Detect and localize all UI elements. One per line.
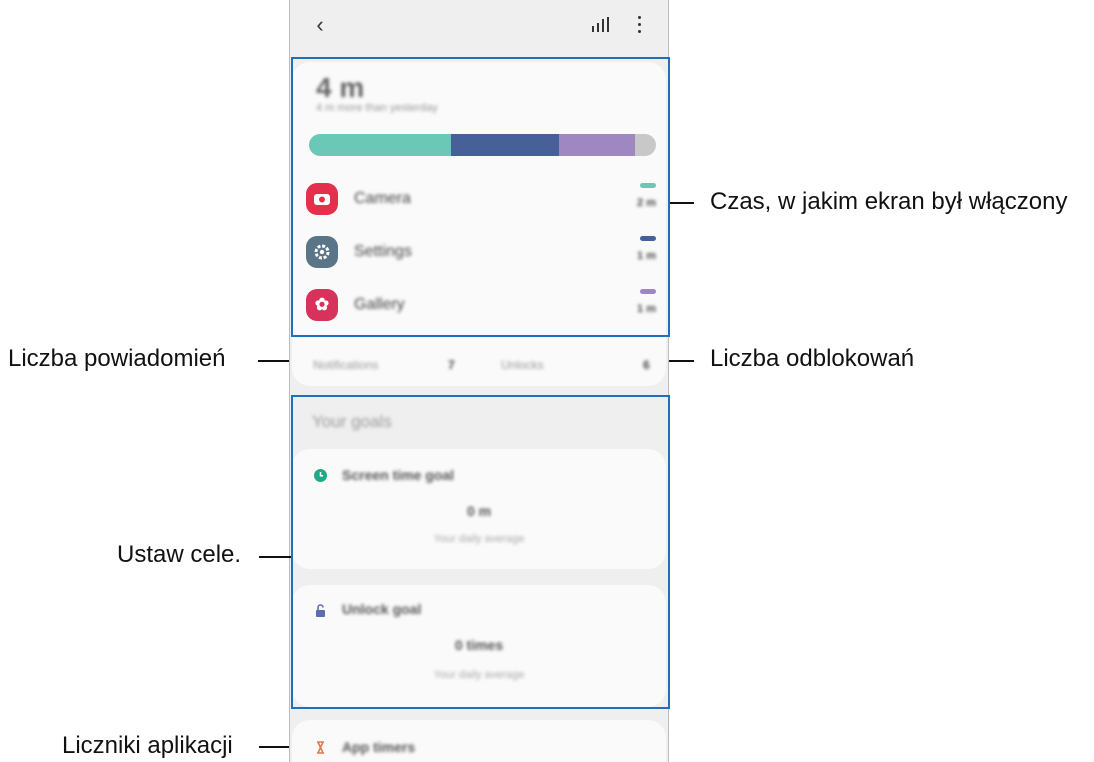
unlocks-count: 6: [643, 358, 650, 372]
app-row-camera[interactable]: Camera 2 m: [306, 180, 656, 220]
screen-time-goal-card[interactable]: Screen time goal 0 m Your daily average: [292, 449, 666, 569]
goal-title: Unlock goal: [342, 601, 422, 617]
more-vertical-icon[interactable]: [632, 12, 646, 38]
notifications-label: Notifications: [313, 358, 379, 372]
screen-time-card[interactable]: 4 m 4 m more than yesterday Camera 2 m S…: [292, 62, 666, 386]
goal-title: Screen time goal: [342, 467, 455, 483]
total-screen-time: 4 m: [316, 72, 365, 103]
notifications-count: 7: [448, 358, 455, 372]
usage-bar-segment-3: [635, 134, 656, 156]
usage-bar-segment-1: [451, 134, 559, 156]
phone-right-edge: [668, 0, 669, 762]
clock-icon: [314, 469, 327, 482]
usage-bar-segment-2: [558, 134, 636, 156]
app-row-gallery[interactable]: ✿ Gallery 1 m: [306, 286, 656, 326]
flower-icon: ✿: [306, 289, 338, 321]
callout-line-goals: [259, 556, 291, 558]
usage-breakdown-bar: [309, 134, 656, 156]
camera-icon: [306, 183, 338, 215]
usage-color-dash: [640, 183, 656, 188]
gear-icon: [306, 236, 338, 268]
callout-unlocks: Liczba odblokowań: [710, 345, 915, 372]
usage-bar-segment-0: [309, 134, 452, 156]
usage-color-dash: [640, 289, 656, 294]
notifications-unlocks-row: Notifications 7 Unlocks 6: [313, 358, 653, 378]
goal-value: 0 m: [466, 503, 492, 519]
app-timers-title: App timers: [342, 739, 416, 755]
goal-subtitle: Your daily average: [433, 669, 525, 681]
top-app-bar: ‹: [289, 0, 669, 52]
app-name: Camera: [354, 190, 411, 207]
app-time: 1 m: [637, 250, 656, 262]
callout-line-unlocks: [669, 360, 694, 362]
phone-left-edge: [289, 0, 290, 762]
callout-line-screen-time: [670, 202, 694, 204]
unlocks-label: Unlocks: [501, 358, 544, 372]
app-timers-card[interactable]: App timers: [292, 720, 666, 762]
phone-screen: ‹ 4 m 4 m more than yesterday Camera 2 m: [289, 0, 669, 762]
callout-timers: Liczniki aplikacji: [62, 732, 233, 759]
chart-bars-icon[interactable]: [589, 14, 615, 36]
goal-value: 0 times: [454, 637, 504, 653]
back-icon[interactable]: ‹: [309, 12, 331, 38]
app-row-settings[interactable]: Settings 1 m: [306, 233, 656, 273]
callout-notifications: Liczba powiadomień: [8, 345, 226, 372]
hourglass-icon: [317, 741, 324, 754]
app-name: Gallery: [354, 296, 405, 313]
app-time: 2 m: [637, 197, 656, 209]
callout-goals: Ustaw cele.: [117, 541, 242, 568]
callout-line-timers: [259, 746, 289, 748]
unlock-goal-card[interactable]: Unlock goal 0 times Your daily average: [292, 585, 666, 707]
goal-subtitle: Your daily average: [433, 533, 525, 545]
callout-line-notifications: [258, 360, 289, 362]
app-name: Settings: [354, 243, 412, 260]
app-time: 1 m: [637, 303, 656, 315]
callout-screen-time: Czas, w jakim ekran był włączony: [710, 188, 1068, 215]
screen-time-comparison: 4 m more than yesterday: [316, 102, 438, 114]
goals-heading: Your goals: [312, 412, 392, 431]
unlock-icon: [316, 604, 325, 617]
usage-color-dash: [640, 236, 656, 241]
